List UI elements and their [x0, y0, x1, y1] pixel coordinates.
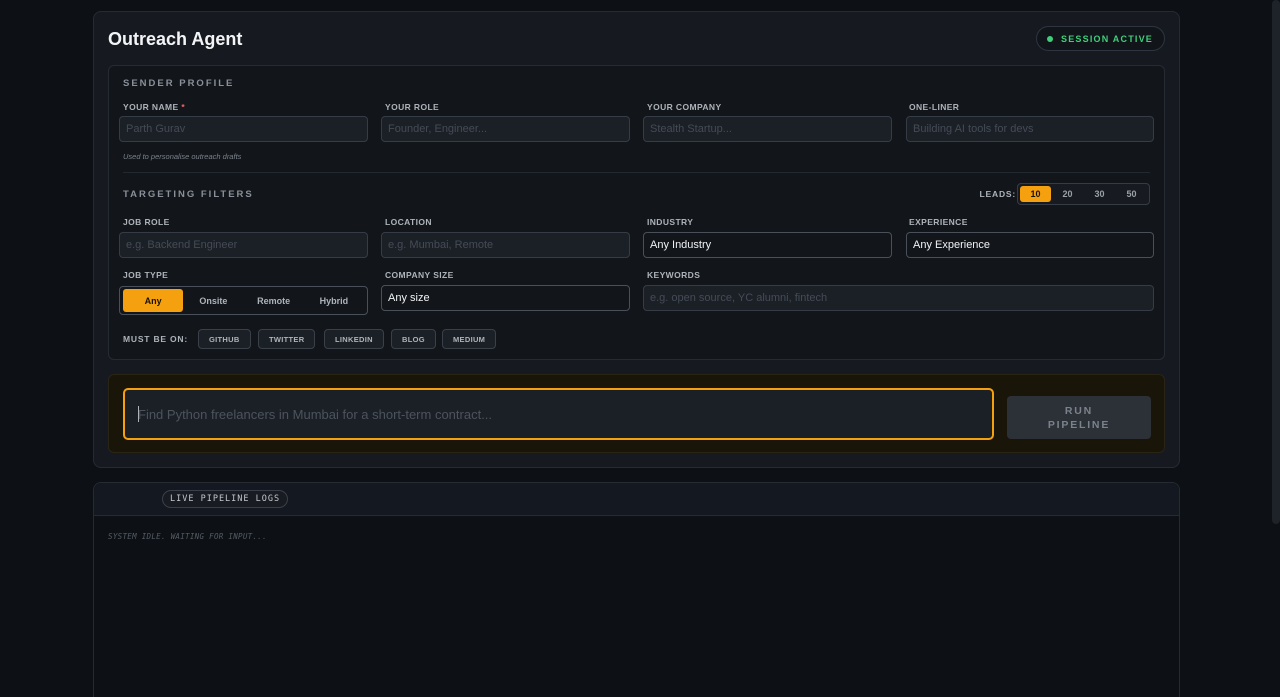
job-type-onsite[interactable]: Onsite [183, 289, 243, 312]
your-role-label: YOUR ROLE [385, 102, 440, 112]
prompt-panel: RUNPIPELINE [108, 374, 1165, 453]
keywords-label: KEYWORDS [647, 270, 701, 280]
your-name-label-text: YOUR NAME [123, 102, 179, 112]
text-caret [138, 406, 139, 422]
outreach-agent-card: Outreach Agent SESSION ACTIVE SENDER PRO… [93, 11, 1180, 468]
platform-chip-github[interactable]: GITHUB [198, 329, 251, 349]
page-scrollbar[interactable] [1272, 0, 1280, 524]
job-type-selector: Any Onsite Remote Hybrid [119, 286, 368, 315]
your-role-input[interactable] [381, 116, 630, 142]
your-name-helper: Used to personalise outreach drafts [123, 152, 242, 161]
industry-select[interactable]: Any Industry [643, 232, 892, 258]
company-size-select[interactable]: Any size [381, 285, 630, 311]
job-type-label: JOB TYPE [123, 270, 169, 280]
job-role-input[interactable] [119, 232, 368, 258]
industry-label: INDUSTRY [647, 217, 694, 227]
leads-option-10[interactable]: 10 [1020, 186, 1051, 202]
filters-panel: SENDER PROFILE YOUR NAME * Used to perso… [108, 65, 1165, 360]
your-name-label: YOUR NAME * [123, 102, 185, 112]
job-type-hybrid[interactable]: Hybrid [304, 289, 364, 312]
logs-idle-message: SYSTEM IDLE. WAITING FOR INPUT... [108, 532, 267, 541]
leads-label: LEADS: [979, 189, 1016, 199]
sender-profile-title: SENDER PROFILE [123, 78, 235, 89]
one-liner-label: ONE-LINER [909, 102, 960, 112]
run-label-line1: RUN [1064, 404, 1094, 417]
one-liner-input[interactable] [906, 116, 1154, 142]
leads-count-selector: 10 20 30 50 [1017, 183, 1150, 205]
job-role-label: JOB ROLE [123, 217, 170, 227]
targeting-filters-title: TARGETING FILTERS [123, 189, 254, 200]
experience-select[interactable]: Any Experience [906, 232, 1154, 258]
session-status-badge: SESSION ACTIVE [1036, 26, 1165, 51]
company-size-label: COMPANY SIZE [385, 270, 454, 280]
must-be-on-label: MUST BE ON: [123, 334, 188, 344]
app-title: Outreach Agent [108, 29, 243, 49]
pipeline-logs-card: LIVE PIPELINE LOGS SYSTEM IDLE. WAITING … [93, 482, 1180, 697]
platform-chip-blog[interactable]: BLOG [391, 329, 436, 349]
job-type-remote[interactable]: Remote [244, 289, 304, 312]
platform-chip-linkedin[interactable]: LINKEDIN [324, 329, 384, 349]
pipeline-prompt-input[interactable] [123, 388, 994, 440]
logs-header: LIVE PIPELINE LOGS [94, 483, 1179, 516]
platform-chip-twitter[interactable]: TWITTER [258, 329, 316, 349]
leads-option-30[interactable]: 30 [1084, 186, 1115, 202]
platform-chip-medium[interactable]: MEDIUM [442, 329, 497, 349]
keywords-input[interactable] [643, 285, 1154, 311]
job-type-any[interactable]: Any [123, 289, 184, 312]
run-label-line2: PIPELINE [1047, 418, 1111, 431]
experience-label: EXPERIENCE [909, 217, 968, 227]
leads-option-20[interactable]: 20 [1052, 186, 1083, 202]
required-marker: * [181, 102, 186, 112]
status-dot-icon [1047, 35, 1054, 42]
session-status-text: SESSION ACTIVE [1061, 33, 1153, 44]
section-divider [123, 172, 1150, 173]
run-pipeline-button[interactable]: RUN PIPELINE [1007, 396, 1151, 439]
location-label: LOCATION [385, 217, 432, 227]
location-input[interactable] [381, 232, 630, 258]
your-name-input[interactable] [119, 116, 368, 142]
your-company-label: YOUR COMPANY [647, 102, 722, 112]
live-pipeline-logs-tab[interactable]: LIVE PIPELINE LOGS [162, 490, 289, 508]
your-company-input[interactable] [643, 116, 892, 142]
leads-option-50[interactable]: 50 [1116, 186, 1147, 202]
run-pipeline-label: RUN PIPELINE [1048, 404, 1110, 432]
